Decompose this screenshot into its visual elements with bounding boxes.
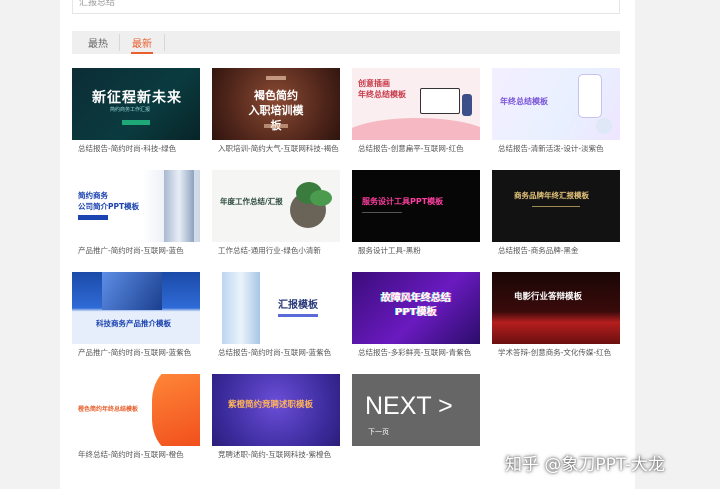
template-caption[interactable]: 总结报告-简约时尚-科技-绿色 xyxy=(78,143,176,154)
next-label: NEXT > xyxy=(365,392,453,420)
template-thumbnail[interactable]: 电影行业答辩模板 xyxy=(492,272,620,344)
template-thumbnail[interactable]: 汇报模板 xyxy=(212,272,340,344)
template-caption[interactable]: 产品推广-简约时尚-互联网-蓝色 xyxy=(78,245,184,256)
top-text: 汇报总结 xyxy=(79,0,116,8)
thumbnail-title: 故障风年终总结 PPT模板 xyxy=(381,293,451,318)
template-caption[interactable]: 总结报告-商务品牌-黑金 xyxy=(498,245,578,256)
template-thumbnail[interactable]: 服务设计工具PPT模板 xyxy=(352,170,480,242)
template-caption[interactable]: 入职培训-简约大气-互联网科技-褐色 xyxy=(218,143,339,154)
tab-new[interactable]: 最新 xyxy=(131,35,153,54)
filter-tabs: 最热 最新 xyxy=(72,31,620,54)
tab-separator xyxy=(164,34,165,51)
template-caption[interactable]: 服务设计工具-黑粉 xyxy=(358,245,421,256)
template-thumbnail[interactable]: 新征程新未来 简约商务工作汇报 xyxy=(72,68,200,140)
thumbnail-title: 年终总结模板 xyxy=(500,97,548,106)
previous-card-strip: 汇报总结 xyxy=(72,0,620,14)
template-thumbnail[interactable]: 紫橙简约竞聘述职模板 xyxy=(212,374,340,446)
thumbnail-title: 科技商务产品推介模板 xyxy=(96,319,171,328)
template-thumbnail[interactable]: 商务品牌年终汇报模板 xyxy=(492,170,620,242)
template-caption[interactable]: 总结报告-简约时尚-互联网-蓝紫色 xyxy=(218,347,331,358)
thumbnail-title: 紫橙简约竞聘述职模板 xyxy=(228,400,314,410)
thumbnail-title: 创意插画 年终总结模板 xyxy=(358,79,406,99)
template-caption[interactable]: 竞聘述职-简约-互联网科技-紫橙色 xyxy=(218,449,331,460)
template-caption[interactable]: 总结报告-多彩鲜亮-互联网-青紫色 xyxy=(358,347,471,358)
template-caption[interactable]: 总结报告-清新活泼-设计-淡紫色 xyxy=(498,143,604,154)
next-page-button[interactable]: NEXT > 下一页 xyxy=(352,374,480,446)
template-thumbnail[interactable]: 创意插画 年终总结模板 xyxy=(352,68,480,140)
template-thumbnail[interactable]: 橙色简约年终总结模板 xyxy=(72,374,200,446)
tab-separator xyxy=(119,34,120,51)
thumbnail-title: 新征程新未来 xyxy=(92,90,182,106)
thumbnail-title: 年度工作总结/汇报 xyxy=(220,197,283,206)
template-thumbnail[interactable]: 褐色简约 入职培训模板 xyxy=(212,68,340,140)
thumbnail-title: 橙色简约年终总结模板 xyxy=(78,406,139,413)
next-sub-label: 下一页 xyxy=(368,428,389,436)
thumbnail-title: 简约商务 公司简介PPT模板 xyxy=(78,191,140,211)
template-thumbnail[interactable]: 简约商务 公司简介PPT模板 xyxy=(72,170,200,242)
template-caption[interactable]: 工作总结-通用行业-绿色小清新 xyxy=(218,245,321,256)
thumbnail-title: 电影行业答辩模板 xyxy=(514,292,583,302)
thumbnail-title: 商务品牌年终汇报模板 xyxy=(514,191,589,200)
template-thumbnail[interactable]: 年终总结模板 xyxy=(492,68,620,140)
watermark: 知乎 @象刀PPT-大龙 xyxy=(505,455,665,475)
thumbnail-title: 汇报模板 xyxy=(278,300,318,311)
template-thumbnail[interactable]: 科技商务产品推介模板 xyxy=(72,272,200,344)
thumbnail-subtitle: 简约商务工作汇报 xyxy=(110,107,151,113)
tab-hot[interactable]: 最热 xyxy=(88,35,108,50)
template-caption[interactable]: 学术答辩-创意商务-文化传媒-红色 xyxy=(498,347,611,358)
template-thumbnail[interactable]: 年度工作总结/汇报 xyxy=(212,170,340,242)
template-caption[interactable]: 年终总结-简约时尚-互联网-橙色 xyxy=(78,449,184,460)
thumbnail-title: 服务设计工具PPT模板 xyxy=(362,197,444,206)
template-caption[interactable]: 总结报告-创意扁平-互联网-红色 xyxy=(358,143,464,154)
template-thumbnail[interactable]: 故障风年终总结 PPT模板 xyxy=(352,272,480,344)
template-caption[interactable]: 产品推广-简约时尚-互联网-蓝紫色 xyxy=(78,347,191,358)
